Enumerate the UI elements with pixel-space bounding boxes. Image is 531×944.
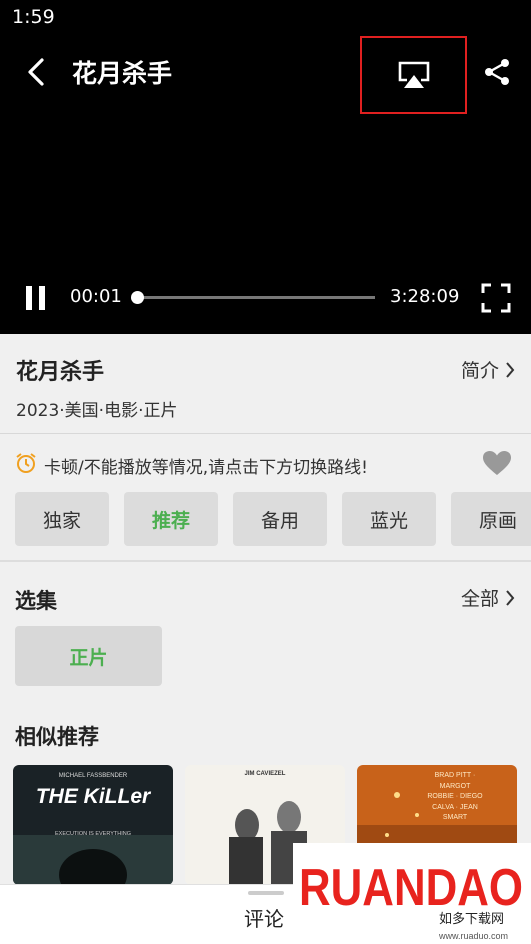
route-option-bluray[interactable]: 蓝光 xyxy=(342,492,436,546)
poster-title: THE KiLLer xyxy=(36,785,152,808)
comment-tab[interactable]: 评论 xyxy=(244,903,284,932)
route-notice: 卡顿/不能播放等情况,请点击下方切换路线! xyxy=(0,440,531,486)
watermark-url: www.ruaduo.com xyxy=(438,931,508,941)
episodes-heading: 选集 xyxy=(15,589,57,613)
watermark-brand: RUANDAO xyxy=(299,859,523,917)
pause-icon xyxy=(26,286,45,310)
share-button[interactable] xyxy=(478,52,516,92)
watermark-sub: 如多下载网 xyxy=(439,911,504,927)
poster-credit: MICHAEL FASSBENDER xyxy=(59,773,128,779)
all-label: 全部 xyxy=(460,588,499,610)
similar-heading: 相似推荐 xyxy=(15,725,99,749)
cast-icon xyxy=(398,61,429,88)
current-time: 00:01 xyxy=(70,286,122,307)
back-button[interactable] xyxy=(18,52,54,92)
poster-credit: BRAD PITT · MARGOT ROBBIE · DIEGO CALVA … xyxy=(427,772,483,821)
movie-title: 花月杀手 xyxy=(16,360,105,385)
pause-button[interactable] xyxy=(22,284,50,312)
video-player[interactable]: 1:59 花月杀手 00:01 3:28:09 xyxy=(0,0,531,334)
episode-item[interactable]: 正片 xyxy=(15,626,162,686)
status-time: 1:59 xyxy=(12,6,55,28)
heart-icon[interactable] xyxy=(482,450,512,476)
episodes-all-link[interactable]: 全部 xyxy=(461,584,515,611)
chevron-right-icon xyxy=(506,361,515,378)
seek-bar[interactable] xyxy=(131,291,375,304)
seek-thumb[interactable] xyxy=(131,291,144,304)
duration-time: 3:28:09 xyxy=(390,286,460,307)
poster-the-killer[interactable]: MICHAEL FASSBENDER THE KiLLer EXECUTION … xyxy=(13,765,173,885)
route-option-recommended[interactable]: 推荐 xyxy=(124,492,218,546)
cast-button[interactable] xyxy=(360,36,467,114)
route-option-backup[interactable]: 备用 xyxy=(233,492,327,546)
fullscreen-button[interactable] xyxy=(481,283,511,313)
route-selector: 独家 推荐 备用 蓝光 原画 xyxy=(15,492,531,546)
movie-meta: 2023·美国·电影·正片 xyxy=(16,401,178,421)
divider xyxy=(0,560,531,562)
route-option-exclusive[interactable]: 独家 xyxy=(15,492,109,546)
poster-credit: JIM CAVIEZEL xyxy=(245,771,286,777)
drag-handle[interactable] xyxy=(248,891,284,895)
watermark-logo: RUANDAO 如多下载网 www.ruaduo.com xyxy=(293,843,531,944)
alarm-clock-icon xyxy=(16,453,36,473)
notice-text: 卡顿/不能播放等情况,请点击下方切换路线! xyxy=(44,458,368,478)
chevron-right-icon xyxy=(506,589,515,606)
poster-tagline: EXECUTION IS EVERYTHING xyxy=(55,831,131,837)
movie-info: 花月杀手 简介 2023·美国·电影·正片 xyxy=(0,334,531,434)
intro-label: 简介 xyxy=(460,360,499,382)
back-arrow-icon xyxy=(28,58,44,86)
player-title: 花月杀手 xyxy=(72,59,173,88)
route-option-original[interactable]: 原画 xyxy=(451,492,531,546)
fullscreen-icon xyxy=(481,283,511,313)
intro-link[interactable]: 简介 xyxy=(461,356,515,383)
share-icon xyxy=(485,59,509,85)
